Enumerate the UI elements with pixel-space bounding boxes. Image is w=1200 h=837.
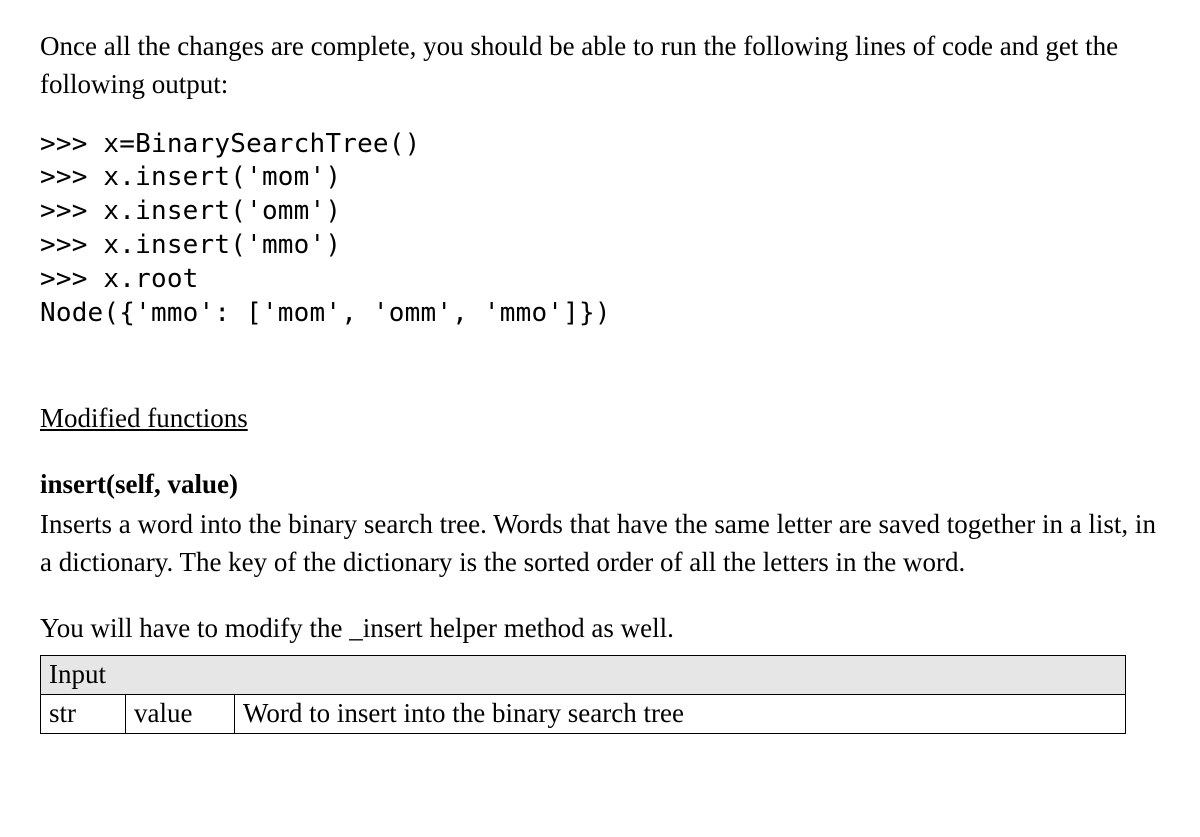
param-description: Word to insert into the binary search tr… xyxy=(235,695,1126,734)
function-description: Inserts a word into the binary search tr… xyxy=(40,506,1160,582)
intro-text: Once all the changes are complete, you s… xyxy=(40,28,1160,104)
param-table-body: strvalueWord to insert into the binary s… xyxy=(41,695,1126,734)
param-table-header: Input xyxy=(41,656,1126,695)
param-type: str xyxy=(41,695,126,734)
table-row: strvalueWord to insert into the binary s… xyxy=(41,695,1126,734)
code-block: >>> x=BinarySearchTree() >>> x.insert('m… xyxy=(40,128,1160,331)
param-name: value xyxy=(126,695,235,734)
function-signature: insert(self, value) xyxy=(40,466,1160,504)
input-param-table: Input strvalueWord to insert into the bi… xyxy=(40,655,1126,734)
pre-table-note: You will have to modify the _insert help… xyxy=(40,610,1160,648)
section-heading-modified-functions: Modified functions xyxy=(40,400,1160,438)
